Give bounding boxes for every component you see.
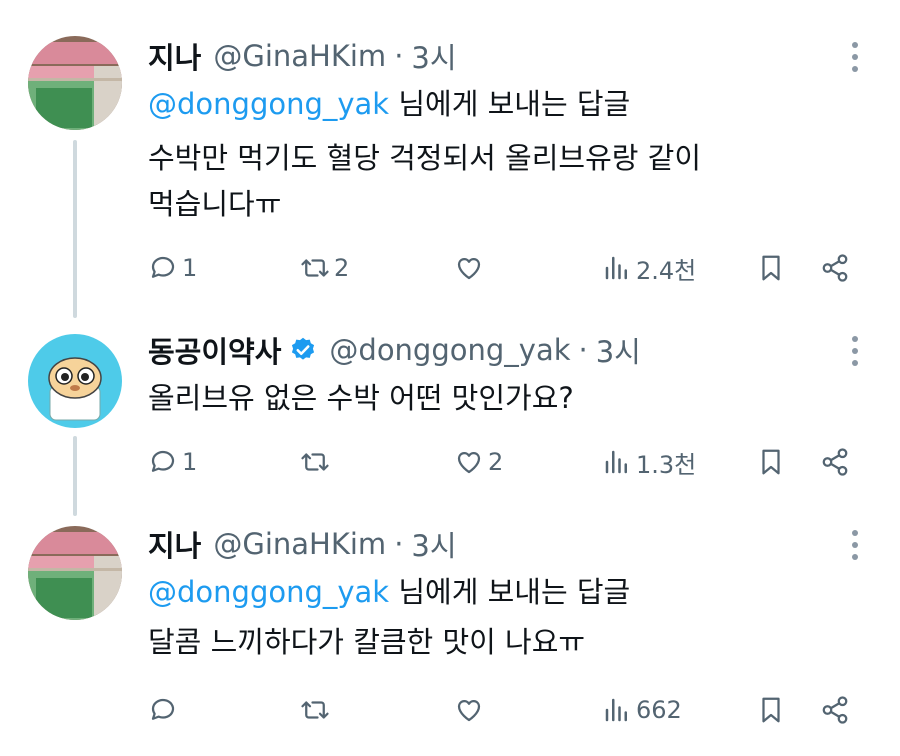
reply-button[interactable]: 1 bbox=[148, 248, 197, 288]
avatar-gina[interactable] bbox=[28, 526, 122, 620]
retweet-count: 2 bbox=[334, 254, 350, 282]
like-icon bbox=[457, 257, 481, 280]
retweet-button[interactable] bbox=[300, 690, 334, 730]
share-button[interactable] bbox=[820, 690, 850, 730]
user-handle[interactable]: @donggong_yak bbox=[329, 333, 570, 367]
more-icon[interactable] bbox=[850, 530, 860, 560]
share-icon bbox=[822, 254, 848, 282]
reply-icon bbox=[151, 256, 175, 278]
reply-suffix: 님에게 보내는 답글 bbox=[389, 575, 631, 609]
separator-dot: · bbox=[578, 333, 588, 367]
reply-suffix: 님에게 보내는 답글 bbox=[389, 87, 631, 121]
like-icon bbox=[457, 451, 481, 474]
bookmark-icon bbox=[762, 697, 780, 723]
timestamp[interactable]: 3시 bbox=[411, 35, 456, 77]
timestamp[interactable]: 3시 bbox=[411, 523, 456, 565]
display-name[interactable]: 동공이약사 bbox=[148, 329, 281, 371]
like-button[interactable] bbox=[454, 248, 488, 288]
share-button[interactable] bbox=[820, 442, 850, 482]
user-handle[interactable]: @GinaHKim bbox=[213, 527, 386, 561]
views-icon bbox=[605, 256, 627, 280]
action-bar: 1 2 1.3천 bbox=[148, 442, 868, 482]
tweet-1[interactable]: 지나 @GinaHKim · 3시 @donggong_yak 님에게 보내는 … bbox=[0, 0, 900, 310]
tweet-text-line: 수박만 먹기도 혈당 걱정되서 올리브유랑 같이 bbox=[148, 141, 702, 175]
share-icon bbox=[822, 448, 848, 476]
tweet-text-line: 먹습니다ㅠ bbox=[148, 187, 282, 221]
bookmark-icon bbox=[762, 449, 780, 475]
views-button[interactable]: 1.3천 bbox=[602, 442, 696, 482]
like-button[interactable] bbox=[454, 690, 488, 730]
more-icon[interactable] bbox=[850, 42, 860, 72]
like-icon bbox=[457, 699, 481, 722]
action-bar: 662 bbox=[148, 690, 868, 730]
view-count: 1.3천 bbox=[636, 450, 697, 479]
retweet-icon bbox=[301, 701, 329, 719]
reply-button[interactable] bbox=[148, 690, 182, 730]
views-button[interactable]: 662 bbox=[602, 690, 682, 730]
retweet-icon bbox=[301, 259, 329, 277]
views-button[interactable]: 2.4천 bbox=[602, 248, 696, 288]
mention-link[interactable]: @donggong_yak bbox=[148, 575, 389, 609]
replying-to: @donggong_yak 님에게 보내는 답글 bbox=[148, 82, 630, 126]
mention-link[interactable]: @donggong_yak bbox=[148, 87, 389, 121]
user-handle[interactable]: @GinaHKim bbox=[213, 39, 386, 73]
view-count: 662 bbox=[636, 696, 682, 724]
reply-count: 1 bbox=[182, 448, 198, 476]
retweet-icon bbox=[301, 453, 329, 471]
tweet-text-line: 달콤 느끼하다가 칼큼한 맛이 나요ㅠ bbox=[148, 625, 586, 659]
verified-badge-icon bbox=[292, 337, 315, 360]
reply-icon bbox=[151, 450, 175, 472]
display-name[interactable]: 지나 bbox=[148, 35, 201, 77]
avatar-donggong[interactable] bbox=[28, 334, 122, 428]
bookmark-button[interactable] bbox=[756, 690, 786, 730]
views-icon bbox=[605, 450, 627, 474]
tweet-text-line: 올리브유 없은 수박 어떤 맛인가요? bbox=[148, 381, 574, 415]
view-count: 2.4천 bbox=[636, 256, 697, 285]
reply-icon bbox=[151, 698, 175, 720]
bookmark-button[interactable] bbox=[756, 248, 786, 288]
timestamp[interactable]: 3시 bbox=[596, 329, 641, 371]
bookmark-icon bbox=[762, 255, 780, 281]
more-icon[interactable] bbox=[850, 336, 860, 366]
separator-dot: · bbox=[394, 527, 404, 561]
like-count: 2 bbox=[488, 448, 504, 476]
avatar-gina[interactable] bbox=[28, 36, 122, 130]
views-icon bbox=[605, 698, 627, 722]
tweet-2[interactable]: 동공이약사 @donggong_yak · 3시 올리브유 없은 수박 어떤 맛… bbox=[0, 310, 900, 510]
retweet-button[interactable] bbox=[300, 442, 334, 482]
bookmark-button[interactable] bbox=[756, 442, 786, 482]
reply-count: 1 bbox=[182, 254, 198, 282]
tweet-3[interactable]: 지나 @GinaHKim · 3시 @donggong_yak 님에게 보내는 … bbox=[0, 510, 900, 756]
reply-button[interactable]: 1 bbox=[148, 442, 197, 482]
replying-to: @donggong_yak 님에게 보내는 답글 bbox=[148, 570, 630, 614]
share-button[interactable] bbox=[820, 248, 850, 288]
like-button[interactable]: 2 bbox=[454, 442, 503, 482]
separator-dot: · bbox=[394, 39, 404, 73]
share-icon bbox=[822, 696, 848, 724]
retweet-button[interactable]: 2 bbox=[300, 248, 349, 288]
display-name[interactable]: 지나 bbox=[148, 523, 201, 565]
action-bar: 1 2 2.4천 bbox=[148, 248, 868, 288]
